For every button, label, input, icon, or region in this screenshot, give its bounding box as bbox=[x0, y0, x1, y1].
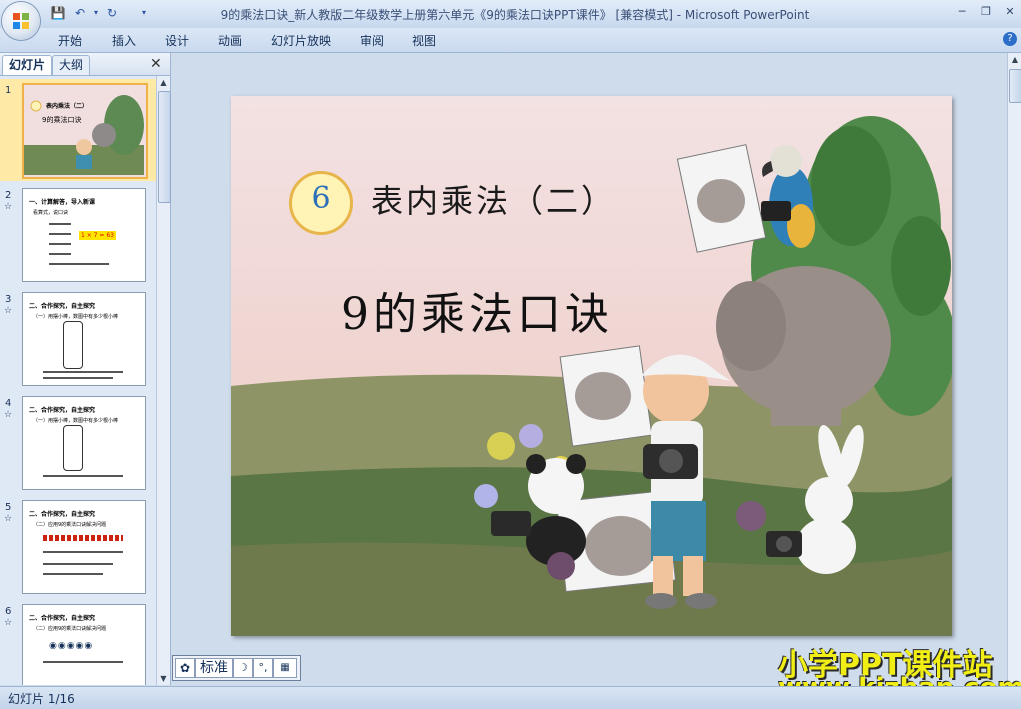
slide-thumbnail-3[interactable]: 3 ☆ 二、合作探究，自主探究 （一）用摆小棒，数图中有多少根小棒 bbox=[0, 288, 156, 390]
slide-thumbnail-4[interactable]: 4 ☆ 二、合作探究，自主探究 （一）用摆小棒，数图中有多少根小棒 bbox=[0, 392, 156, 494]
thumbnail-subtitle: （一）用摆小棒，数图中有多少根小棒 bbox=[33, 314, 119, 320]
scrollbar-thumb[interactable] bbox=[1009, 69, 1021, 103]
tab-insert[interactable]: 插入 bbox=[112, 32, 136, 48]
thumbnail-image: 二、合作探究，自主探究 （一）用摆小棒，数图中有多少根小棒 bbox=[22, 396, 146, 490]
slide-heading[interactable]: 表内乘法（二） bbox=[371, 176, 616, 222]
thumbnail-subtitle: （一）用摆小棒，数图中有多少根小棒 bbox=[33, 418, 119, 424]
tab-review[interactable]: 审阅 bbox=[360, 32, 384, 48]
unit-number: 6 bbox=[311, 181, 331, 216]
slide-thumbnail-1[interactable]: 1 表内乘法（二） 9的乘法口诀 bbox=[0, 79, 156, 181]
thumbnail-title: 二、合作探究，自主探究 bbox=[29, 407, 96, 414]
animation-icon: ☆ bbox=[4, 202, 13, 212]
thumbnail-line bbox=[49, 233, 71, 235]
tab-slideshow[interactable]: 幻灯片放映 bbox=[271, 32, 331, 48]
chevron-down-icon[interactable]: ▾ bbox=[88, 5, 104, 21]
thumbnail-image: 二、合作探究，自主探究 （二）应用9的乘法口诀解决问题 bbox=[22, 500, 146, 594]
keyboard-icon[interactable]: ▦ bbox=[273, 658, 297, 678]
thumbnail-image: 二、合作探究，自主探究 （二）应用9的乘法口诀解决问题 ◉◉◉◉◉ bbox=[22, 604, 146, 685]
slide-thumbnail-2[interactable]: 2 ☆ 一、计算解答，导入新课 看算式，说口诀 1 × 7 = 63 bbox=[0, 184, 156, 286]
scroll-up-icon[interactable]: ▲ bbox=[1008, 53, 1021, 66]
thumbnail-line bbox=[43, 371, 123, 373]
thumbnail-image: 一、计算解答，导入新课 看算式，说口诀 1 × 7 = 63 bbox=[22, 188, 146, 282]
animation-icon: ☆ bbox=[4, 306, 13, 316]
tab-home[interactable]: 开始 bbox=[58, 32, 82, 48]
punctuation-icon[interactable]: °, bbox=[253, 658, 273, 678]
tab-animations[interactable]: 动画 bbox=[218, 32, 242, 48]
scrollbar-thumb[interactable] bbox=[158, 91, 171, 203]
editor-scrollbar[interactable]: ▲ bbox=[1007, 53, 1021, 685]
view-toolbar: ✿ 标准 ☽ °, ▦ bbox=[172, 655, 301, 681]
redo-icon[interactable]: ↻ bbox=[104, 5, 120, 21]
help-icon[interactable]: ? bbox=[1003, 32, 1017, 46]
animation-icon: ☆ bbox=[4, 410, 13, 420]
thumbnail-box bbox=[63, 425, 83, 471]
thumbnail-box bbox=[63, 321, 83, 369]
thumbnail-line bbox=[49, 223, 71, 225]
thumbnail-title: 二、合作探究，自主探究 bbox=[29, 511, 96, 518]
thumbnail-circles: ◉◉◉◉◉ bbox=[49, 641, 94, 651]
thumbnail-list: 1 表内乘法（二） 9的乘法口诀 2 ☆ 一、计算解答，导入新课 看算式，说口诀 bbox=[0, 76, 156, 685]
thumbnail-line bbox=[43, 551, 123, 553]
thumbnail-title: 二、合作探究，自主探究 bbox=[29, 303, 96, 310]
thumbnail-line bbox=[43, 377, 113, 379]
slide-counter: 幻灯片 1/16 bbox=[8, 692, 75, 706]
thumbnail-scrollbar[interactable]: ▲ ▼ bbox=[156, 76, 171, 685]
slides-pane: 幻灯片 大纲 ✕ 1 表内乘法（二） 9的乘法口诀 2 ☆ 一、计算解答，导入新… bbox=[0, 53, 171, 685]
minimize-icon[interactable]: ─ bbox=[950, 4, 974, 20]
thumbnail-line bbox=[43, 475, 123, 477]
close-pane-icon[interactable]: ✕ bbox=[150, 56, 162, 72]
tab-slides[interactable]: 幻灯片 bbox=[2, 55, 53, 75]
slide-thumbnail-5[interactable]: 5 ☆ 二、合作探究，自主探究 （二）应用9的乘法口诀解决问题 bbox=[0, 496, 156, 598]
window-title: 9的乘法口诀_新人教版二年级数学上册第六单元《9的乘法口诀PPT课件》 [兼容模… bbox=[220, 8, 810, 22]
tab-view[interactable]: 视图 bbox=[412, 32, 436, 48]
ime-icon[interactable]: ✿ bbox=[175, 658, 195, 678]
slide-number: 3 bbox=[5, 294, 12, 305]
thumbnail-illustration bbox=[24, 95, 144, 175]
thumbnail-line bbox=[43, 573, 103, 575]
restore-icon[interactable]: ❐ bbox=[974, 4, 998, 20]
office-button[interactable] bbox=[2, 2, 40, 40]
ime-mode-button[interactable]: 标准 bbox=[195, 658, 233, 678]
slide-number: 4 bbox=[5, 398, 12, 409]
slide-number: 6 bbox=[5, 606, 12, 617]
thumbnail-image: 表内乘法（二） 9的乘法口诀 bbox=[22, 83, 148, 179]
thumbnail-title: 二、合作探究，自主探究 bbox=[29, 615, 96, 622]
thumbnail-subtitle: 看算式，说口诀 bbox=[33, 210, 69, 216]
animation-icon: ☆ bbox=[4, 514, 13, 524]
thumbnail-line bbox=[49, 253, 71, 255]
slide-number: 2 bbox=[5, 190, 12, 201]
pane-tabs: 幻灯片 大纲 ✕ bbox=[0, 53, 170, 76]
slide-canvas[interactable]: 6 表内乘法（二） 9的乘法口诀 bbox=[231, 96, 952, 636]
title-bar: 💾 ↶ ▾ ↻ ▾ 9的乘法口诀_新人教版二年级数学上册第六单元《9的乘法口诀P… bbox=[0, 0, 1021, 28]
thumbnail-subtitle: （二）应用9的乘法口诀解决问题 bbox=[33, 626, 107, 632]
scroll-up-icon[interactable]: ▲ bbox=[157, 76, 170, 89]
tab-outline[interactable]: 大纲 bbox=[52, 55, 91, 75]
undo-icon[interactable]: ↶ bbox=[72, 5, 88, 21]
half-width-icon[interactable]: ☽ bbox=[233, 658, 253, 678]
close-icon[interactable]: ✕ bbox=[998, 4, 1021, 20]
thumbnail-title: 一、计算解答，导入新课 bbox=[29, 199, 96, 206]
thumbnail-line bbox=[49, 263, 109, 265]
slide-subtitle[interactable]: 9的乘法口诀 bbox=[341, 278, 613, 342]
office-logo-icon bbox=[13, 13, 29, 29]
ribbon-tabs: 开始 插入 设计 动画 幻灯片放映 审阅 视图 ? bbox=[0, 28, 1021, 53]
save-icon[interactable]: 💾 bbox=[50, 5, 66, 21]
thumbnail-title: 表内乘法（二） bbox=[46, 103, 89, 110]
thumbnail-line bbox=[43, 661, 123, 663]
thumbnail-highlight: 1 × 7 = 63 bbox=[79, 231, 116, 240]
thumbnail-line bbox=[49, 243, 71, 245]
unit-badge: 6 bbox=[289, 171, 353, 235]
tab-design[interactable]: 设计 bbox=[165, 32, 189, 48]
status-bar: 幻灯片 1/16 bbox=[0, 686, 1021, 709]
thumbnail-line bbox=[43, 563, 113, 565]
thumbnail-pattern bbox=[43, 535, 123, 541]
thumbnail-image: 二、合作探究，自主探究 （一）用摆小棒，数图中有多少根小棒 bbox=[22, 292, 146, 386]
slide-number: 1 bbox=[5, 85, 12, 96]
thumbnail-subtitle: 9的乘法口诀 bbox=[42, 116, 82, 124]
animation-icon: ☆ bbox=[4, 618, 13, 628]
thumbnail-subtitle: （二）应用9的乘法口诀解决问题 bbox=[33, 522, 107, 528]
slide-number: 5 bbox=[5, 502, 12, 513]
scroll-down-icon[interactable]: ▼ bbox=[157, 672, 170, 685]
slide-thumbnail-6[interactable]: 6 ☆ 二、合作探究，自主探究 （二）应用9的乘法口诀解决问题 ◉◉◉◉◉ bbox=[0, 600, 156, 685]
